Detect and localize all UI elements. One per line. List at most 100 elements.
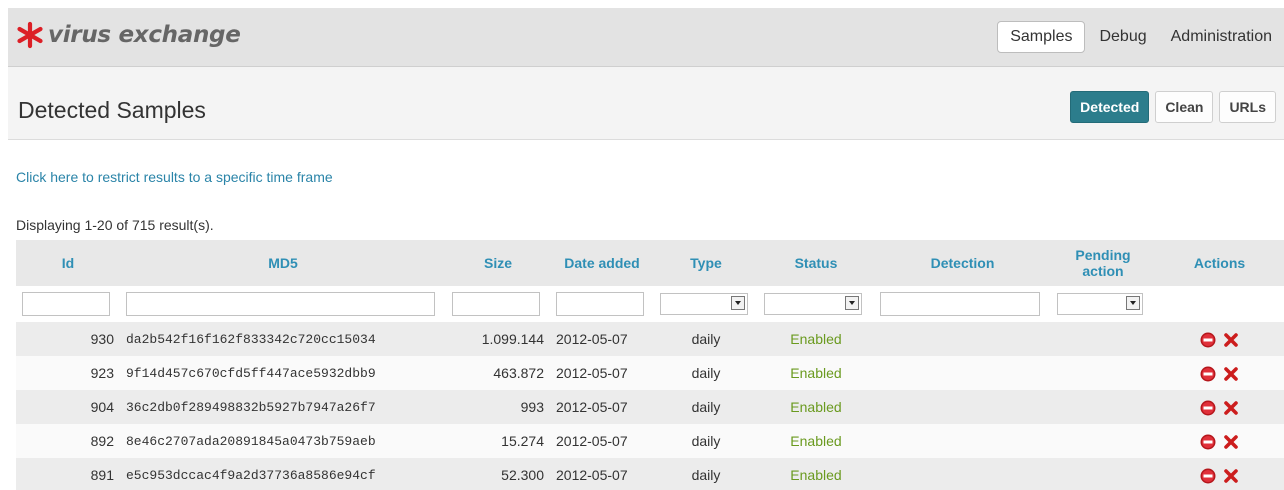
cell-date-added: 2012-05-07: [550, 356, 654, 390]
cell-type: daily: [654, 322, 758, 356]
delete-icon[interactable]: [1223, 366, 1239, 382]
nav-samples[interactable]: Samples: [997, 21, 1086, 53]
cell-md5: da2b542f16f162f833342c720cc15034: [120, 322, 446, 356]
dropdown-arrow-icon: [1126, 296, 1140, 310]
delete-icon[interactable]: [1223, 332, 1239, 348]
cell-date-added: 2012-05-07: [550, 458, 654, 490]
filter-cell-type: [654, 286, 758, 322]
cell-size: 1.099.144: [446, 322, 550, 356]
filter-cell-pending: [1051, 286, 1155, 322]
cell-pending-action: [1051, 356, 1155, 390]
disable-icon[interactable]: [1200, 434, 1216, 450]
dropdown-arrow-icon: [731, 296, 745, 310]
cell-detection: [874, 458, 1051, 490]
filter-detection-input[interactable]: [880, 292, 1040, 316]
cell-date-added: 2012-05-07: [550, 424, 654, 458]
brand-logo[interactable]: virus exchange: [16, 20, 241, 50]
cell-pending-action: [1051, 458, 1155, 490]
cell-status: Enabled: [758, 390, 874, 424]
filter-cell-date: [550, 286, 654, 322]
asterisk-logo-icon: [17, 21, 43, 49]
column-header-date-added[interactable]: Date added: [550, 240, 654, 286]
delete-icon[interactable]: [1223, 400, 1239, 416]
column-header-type[interactable]: Type: [654, 240, 758, 286]
dropdown-arrow-icon: [845, 296, 859, 310]
cell-type: daily: [654, 390, 758, 424]
cell-id: 923: [16, 356, 120, 390]
result-count: Displaying 1-20 of 715 result(s).: [16, 217, 214, 233]
delete-icon[interactable]: [1223, 468, 1239, 484]
top-navbar: virus exchange Samples Debug Administrat…: [8, 8, 1284, 67]
cell-detection: [874, 390, 1051, 424]
column-header-size[interactable]: Size: [446, 240, 550, 286]
disable-icon[interactable]: [1200, 332, 1216, 348]
delete-icon[interactable]: [1223, 434, 1239, 450]
cell-actions: [1155, 322, 1284, 356]
main-nav: Samples Debug Administration: [997, 20, 1284, 54]
filter-md5-input[interactable]: [126, 292, 435, 316]
column-header-id[interactable]: Id: [16, 240, 120, 286]
column-header-status[interactable]: Status: [758, 240, 874, 286]
cell-status: Enabled: [758, 322, 874, 356]
filter-cell-detection: [874, 286, 1051, 322]
table-row[interactable]: 892 8e46c2707ada20891845a0473b759aeb 15.…: [16, 424, 1284, 458]
cell-date-added: 2012-05-07: [550, 322, 654, 356]
sample-filter-tabs: Detected Clean URLs: [1064, 91, 1276, 123]
cell-type: daily: [654, 356, 758, 390]
filter-cell-status: [758, 286, 874, 322]
cell-type: daily: [654, 458, 758, 490]
cell-detection: [874, 424, 1051, 458]
table-row[interactable]: 904 36c2db0f289498832b5927b7947a26f7 993…: [16, 390, 1284, 424]
cell-actions: [1155, 458, 1284, 490]
time-frame-link[interactable]: Click here to restrict results to a spec…: [16, 169, 333, 185]
filter-cell-size: [446, 286, 550, 322]
cell-id: 904: [16, 390, 120, 424]
cell-detection: [874, 356, 1051, 390]
tab-urls[interactable]: URLs: [1219, 91, 1276, 123]
page-title: Detected Samples: [18, 97, 206, 123]
cell-status: Enabled: [758, 458, 874, 490]
cell-status: Enabled: [758, 356, 874, 390]
cell-id: 892: [16, 424, 120, 458]
table-header-row: Id MD5 Size Date added Type Status Detec…: [16, 240, 1284, 286]
column-header-md5[interactable]: MD5: [120, 240, 446, 286]
cell-size: 52.300: [446, 458, 550, 490]
page-header: Detected Samples Detected Clean URLs: [8, 67, 1284, 140]
filter-id-input[interactable]: [22, 292, 110, 316]
disable-icon[interactable]: [1200, 366, 1216, 382]
cell-pending-action: [1051, 390, 1155, 424]
cell-pending-action: [1051, 424, 1155, 458]
samples-table: Id MD5 Size Date added Type Status Detec…: [16, 240, 1284, 490]
filter-row: [16, 286, 1284, 322]
filter-cell-id: [16, 286, 120, 322]
nav-debug[interactable]: Debug: [1087, 21, 1158, 53]
column-header-detection[interactable]: Detection: [874, 240, 1051, 286]
filter-pending-action-select[interactable]: [1057, 293, 1143, 315]
table-row[interactable]: 930 da2b542f16f162f833342c720cc15034 1.0…: [16, 322, 1284, 356]
nav-administration[interactable]: Administration: [1159, 21, 1284, 53]
filter-type-select[interactable]: [660, 293, 748, 315]
page: virus exchange Samples Debug Administrat…: [0, 0, 1284, 490]
cell-md5: 8e46c2707ada20891845a0473b759aeb: [120, 424, 446, 458]
filter-status-select[interactable]: [764, 293, 862, 315]
cell-md5: e5c953dccac4f9a2d37736a8586e94cf: [120, 458, 446, 490]
cell-id: 891: [16, 458, 120, 490]
cell-size: 463.872: [446, 356, 550, 390]
cell-md5: 9f14d457c670cfd5ff447ace5932dbb9: [120, 356, 446, 390]
tab-detected[interactable]: Detected: [1070, 91, 1150, 123]
cell-type: daily: [654, 424, 758, 458]
tab-clean[interactable]: Clean: [1155, 91, 1214, 123]
cell-id: 930: [16, 322, 120, 356]
disable-icon[interactable]: [1200, 468, 1216, 484]
filter-cell-md5: [120, 286, 446, 322]
table-row[interactable]: 923 9f14d457c670cfd5ff447ace5932dbb9 463…: [16, 356, 1284, 390]
cell-size: 15.274: [446, 424, 550, 458]
table-row[interactable]: 891 e5c953dccac4f9a2d37736a8586e94cf 52.…: [16, 458, 1284, 490]
cell-actions: [1155, 356, 1284, 390]
disable-icon[interactable]: [1200, 400, 1216, 416]
column-header-pending-action[interactable]: Pending action: [1051, 240, 1155, 286]
cell-actions: [1155, 424, 1284, 458]
cell-actions: [1155, 390, 1284, 424]
filter-date-input[interactable]: [556, 292, 644, 316]
filter-size-input[interactable]: [452, 292, 540, 316]
